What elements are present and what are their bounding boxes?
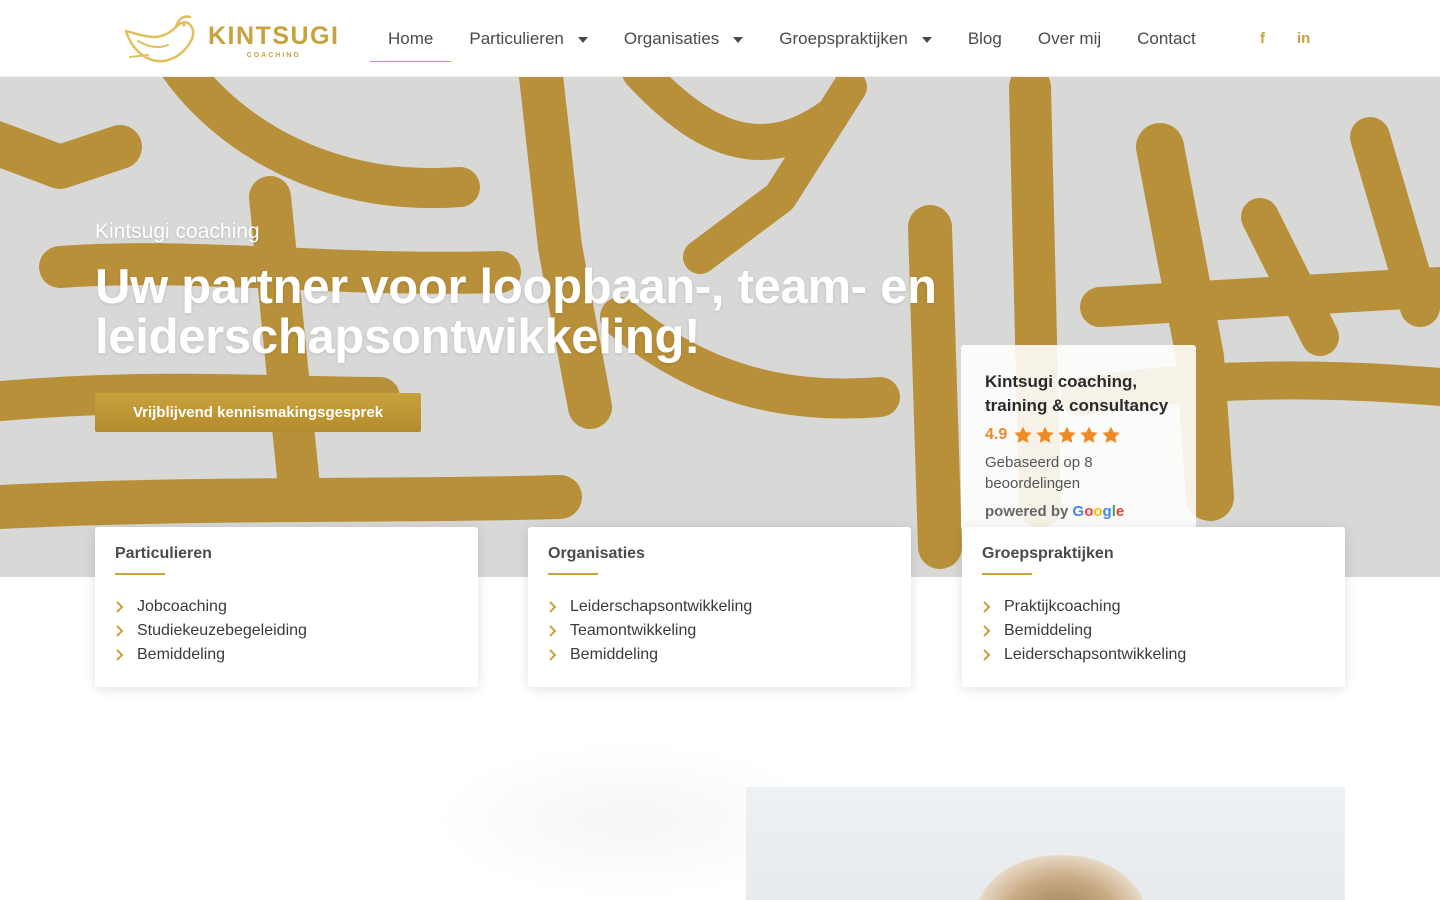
star-icon — [1102, 426, 1120, 443]
list-item[interactable]: Bemiddeling — [982, 619, 1325, 643]
chevron-right-icon — [983, 601, 991, 613]
coach-portrait-photo — [746, 787, 1345, 900]
nav-label: Contact — [1137, 28, 1196, 48]
caret-down-icon — [921, 36, 932, 43]
portrait-hair — [976, 855, 1146, 900]
caret-down-icon — [733, 36, 744, 43]
main-nav: Home Particulieren Organisaties Groepspr… — [370, 0, 1214, 77]
facebook-icon[interactable]: f — [1260, 0, 1265, 77]
list-item[interactable]: Jobcoaching — [115, 595, 458, 619]
chevron-right-icon — [116, 625, 124, 637]
bird-icon — [124, 15, 195, 63]
card-organisaties: Organisaties Leiderschapsontwikkeling Te… — [528, 527, 911, 687]
card-title[interactable]: Groepspraktijken — [982, 545, 1325, 563]
list-item[interactable]: Bemiddeling — [115, 643, 458, 667]
google-wordmark: Google — [1072, 503, 1125, 520]
review-score: 4.9 — [985, 426, 1008, 443]
linkedin-icon[interactable]: in — [1297, 0, 1310, 77]
star-icon — [1058, 426, 1076, 443]
chevron-right-icon — [549, 649, 557, 661]
nav-groepspraktijken[interactable]: Groepspraktijken — [761, 0, 950, 77]
card-list: Jobcoaching Studiekeuzebegeleiding Bemid… — [115, 595, 458, 667]
nav-label: Over mij — [1037, 28, 1102, 48]
card-divider — [548, 573, 598, 575]
list-item[interactable]: Praktijkcoaching — [982, 595, 1325, 619]
kennismakingsgesprek-button[interactable]: Vrijblijvend kennismakingsgesprek — [95, 393, 421, 432]
card-groepspraktijken: Groepspraktijken Praktijkcoaching Bemidd… — [962, 527, 1345, 687]
chevron-right-icon — [116, 649, 124, 661]
powered-by-label: powered by — [985, 503, 1069, 520]
nav-blog[interactable]: Blog — [950, 0, 1020, 77]
nav-label: Particulieren — [469, 28, 564, 48]
nav-contact[interactable]: Contact — [1119, 0, 1214, 77]
hero-section: Kintsugi coaching Uw partner voor loopba… — [0, 77, 1440, 577]
hero-eyebrow: Kintsugi coaching — [95, 220, 260, 243]
nav-particulieren[interactable]: Particulieren — [451, 0, 606, 77]
card-list: Praktijkcoaching Bemiddeling Leiderschap… — [982, 595, 1325, 667]
nav-over-mij[interactable]: Over mij — [1020, 0, 1119, 77]
star-icon — [1080, 426, 1098, 443]
list-item[interactable]: Leiderschapsontwikkeling — [548, 595, 891, 619]
nav-label: Groepspraktijken — [779, 28, 908, 48]
card-divider — [115, 573, 165, 575]
nav-label: Organisaties — [623, 28, 720, 48]
nav-home[interactable]: Home — [370, 0, 452, 77]
card-divider — [982, 573, 1032, 575]
hero-title: Uw partner voor loopbaan-, team- en leid… — [95, 260, 937, 364]
card-title[interactable]: Particulieren — [115, 545, 458, 563]
site-logo[interactable]: KINTSUGI COACHING — [118, 10, 340, 70]
caret-down-icon — [577, 36, 588, 43]
card-particulieren: Particulieren Jobcoaching Studiekeuzebeg… — [95, 527, 478, 687]
review-rating: 4.9 — [985, 425, 1178, 445]
list-item[interactable]: Studiekeuzebegeleiding — [115, 619, 458, 643]
powered-by-google: powered by Google — [985, 503, 1178, 520]
logo-name: KINTSUGI — [208, 22, 340, 50]
chevron-right-icon — [116, 601, 124, 613]
star-icon — [1036, 426, 1054, 443]
google-review-widget[interactable]: Kintsugi coaching, training & consultanc… — [961, 345, 1196, 530]
site-header: KINTSUGI COACHING Home Particulieren Org… — [0, 0, 1440, 77]
review-business-name: Kintsugi coaching, training & consultanc… — [985, 372, 1169, 415]
card-title[interactable]: Organisaties — [548, 545, 891, 563]
chevron-right-icon — [549, 625, 557, 637]
list-item[interactable]: Teamontwikkeling — [548, 619, 891, 643]
chevron-right-icon — [983, 649, 991, 661]
review-count: Gebaseerd op 8 beoordelingen — [985, 454, 1093, 492]
card-list: Leiderschapsontwikkeling Teamontwikkelin… — [548, 595, 891, 667]
chevron-right-icon — [983, 625, 991, 637]
list-item[interactable]: Leiderschapsontwikkeling — [982, 643, 1325, 667]
list-item[interactable]: Bemiddeling — [548, 643, 891, 667]
nav-label: Blog — [967, 28, 1002, 48]
nav-organisaties[interactable]: Organisaties — [606, 0, 761, 77]
nav-label: Home — [388, 28, 434, 48]
chevron-right-icon — [549, 601, 557, 613]
star-icon — [1014, 426, 1032, 443]
logo-subtitle: COACHING — [246, 52, 301, 59]
